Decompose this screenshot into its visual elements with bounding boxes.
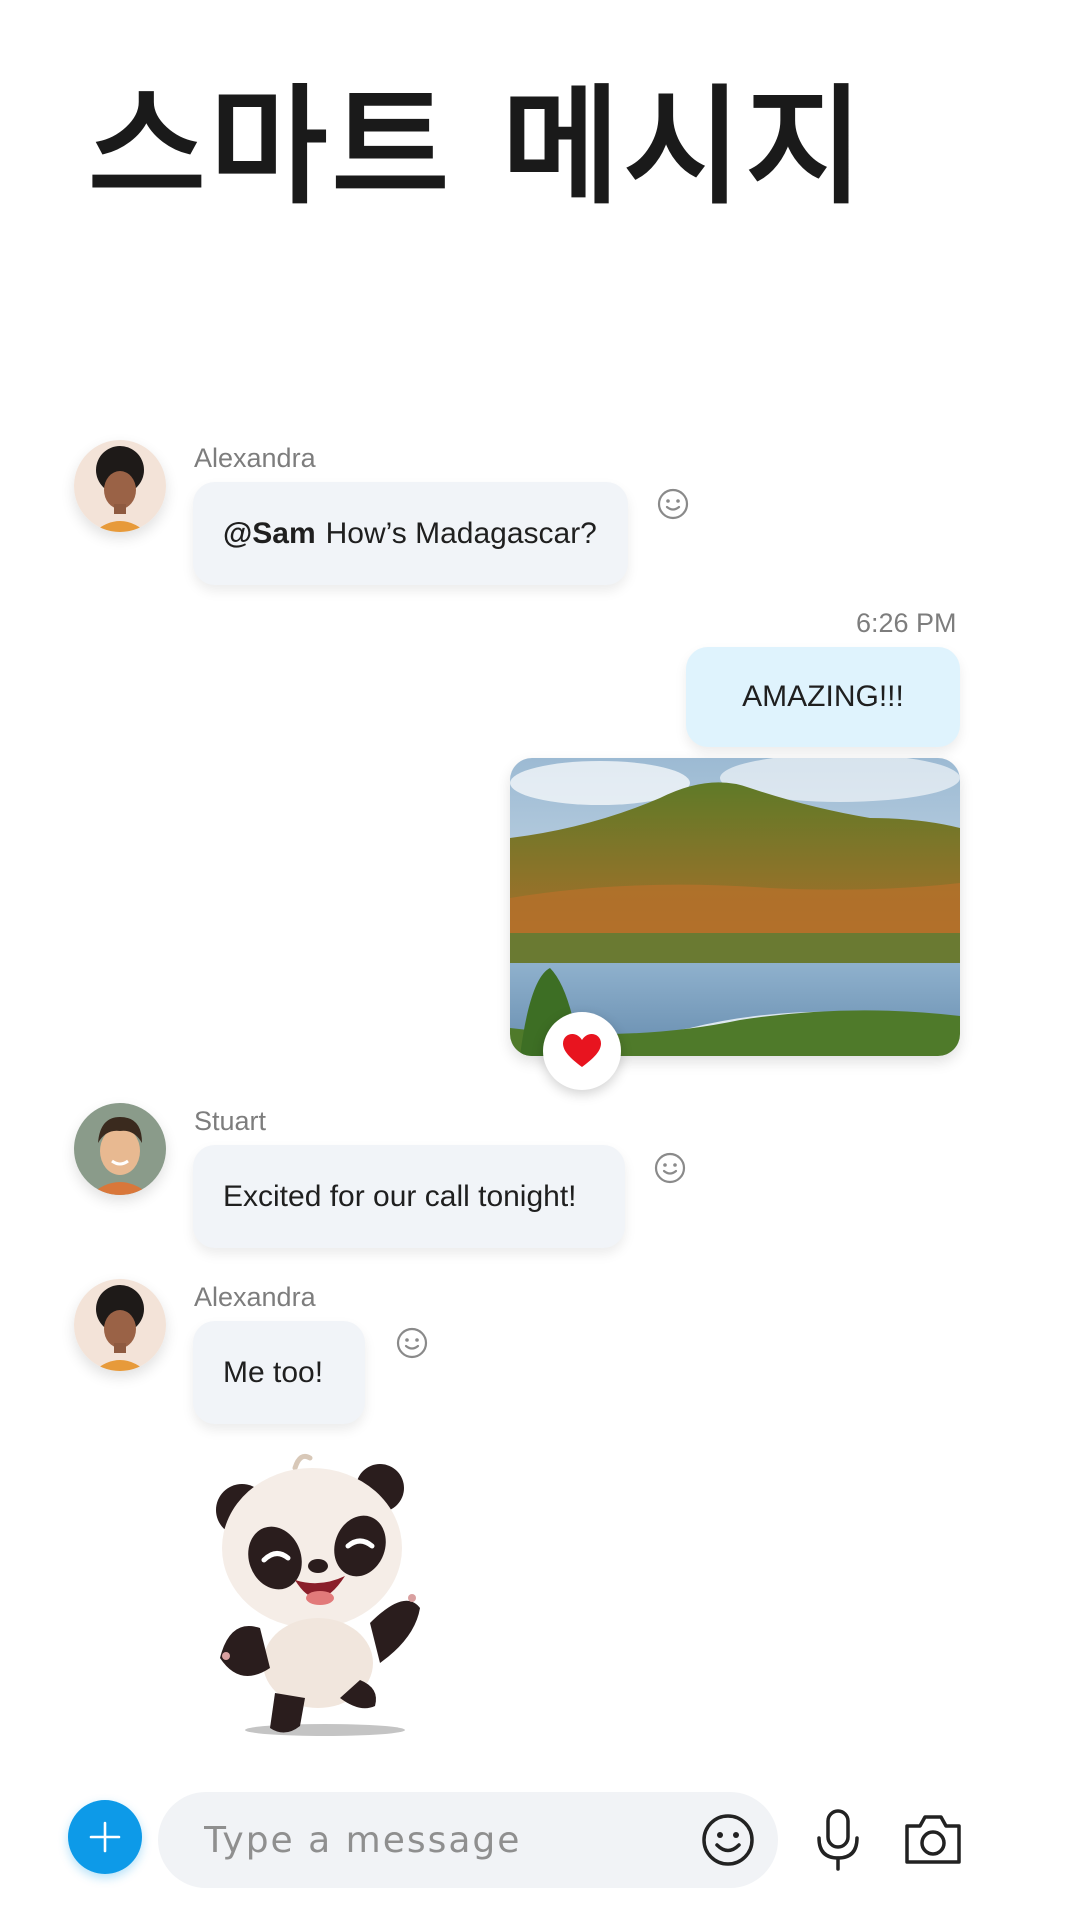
heart-icon xyxy=(563,1034,601,1067)
heart-reaction-badge[interactable] xyxy=(543,1012,621,1090)
message-bubble[interactable]: @Sam How’s Madagascar? xyxy=(193,482,628,585)
sender-name: Stuart xyxy=(194,1106,267,1136)
message-text: AMAZING!!! xyxy=(742,680,904,713)
message-bubble-outgoing[interactable]: AMAZING!!! xyxy=(686,647,960,747)
message-text: Me too! xyxy=(223,1355,324,1389)
message-text: Excited for our call tonight! xyxy=(223,1179,577,1213)
smiley-icon[interactable] xyxy=(395,1326,429,1360)
avatar-alexandra[interactable] xyxy=(74,1279,166,1371)
smiley-icon[interactable] xyxy=(656,487,690,521)
sender-name: Alexandra xyxy=(194,1282,316,1312)
message-bubble[interactable]: Excited for our call tonight! xyxy=(193,1145,625,1248)
avatar-stuart[interactable] xyxy=(74,1103,166,1195)
smiley-icon[interactable] xyxy=(653,1151,687,1185)
composer-bar xyxy=(0,1780,1080,1900)
microphone-icon[interactable] xyxy=(810,1808,866,1872)
emoji-icon[interactable] xyxy=(700,1812,756,1868)
message-text: How’s Madagascar? xyxy=(325,516,597,550)
add-button[interactable] xyxy=(68,1800,142,1874)
camera-icon[interactable] xyxy=(902,1810,964,1868)
sender-name: Alexandra xyxy=(194,443,316,473)
message-input[interactable] xyxy=(158,1792,778,1888)
message-timestamp: 6:26 PM xyxy=(856,608,957,638)
page-title: 스마트 메시지 xyxy=(88,73,868,222)
avatar-alexandra[interactable] xyxy=(74,440,166,532)
plus-icon xyxy=(89,1821,121,1853)
message-bubble[interactable]: Me too! xyxy=(193,1321,365,1424)
mention-tag[interactable]: @Sam xyxy=(223,517,316,551)
panda-sticker[interactable] xyxy=(200,1448,450,1738)
